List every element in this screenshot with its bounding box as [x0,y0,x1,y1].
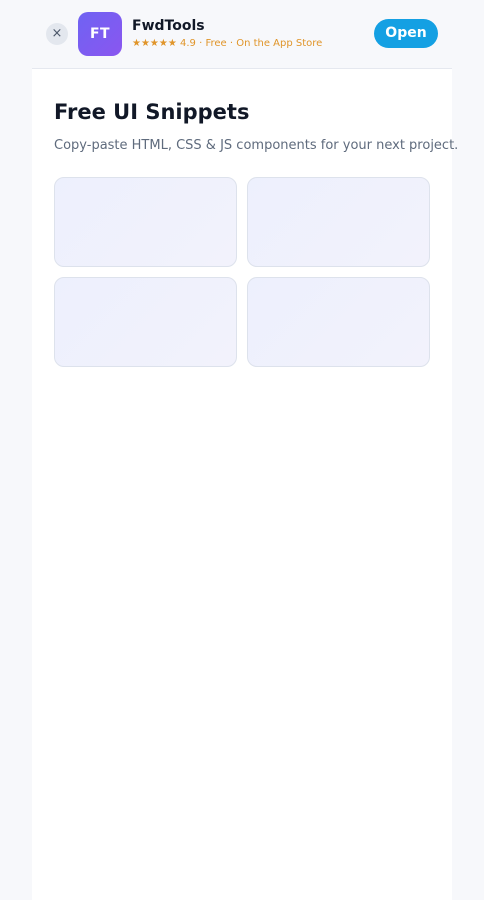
page-title: Free UI Snippets [54,100,250,124]
open-app-button[interactable]: Open [374,19,438,48]
page: × FT FwdTools ★★★★★ 4.9 · Free · On the … [32,0,458,900]
app-rating-meta: ★★★★★ 4.9 · Free · On the App Store [132,38,323,49]
app-install-banner: × FT FwdTools ★★★★★ 4.9 · Free · On the … [32,0,452,69]
snippet-card-placeholder [247,177,430,267]
snippet-card-placeholder [247,277,430,367]
close-banner-button[interactable]: × [46,23,68,45]
snippet-card-placeholder [54,177,237,267]
app-icon: FT [78,12,122,56]
app-name: FwdTools [132,18,205,34]
snippet-card-placeholder [54,277,237,367]
page-subtitle: Copy-paste HTML, CSS & JS components for… [54,138,459,153]
